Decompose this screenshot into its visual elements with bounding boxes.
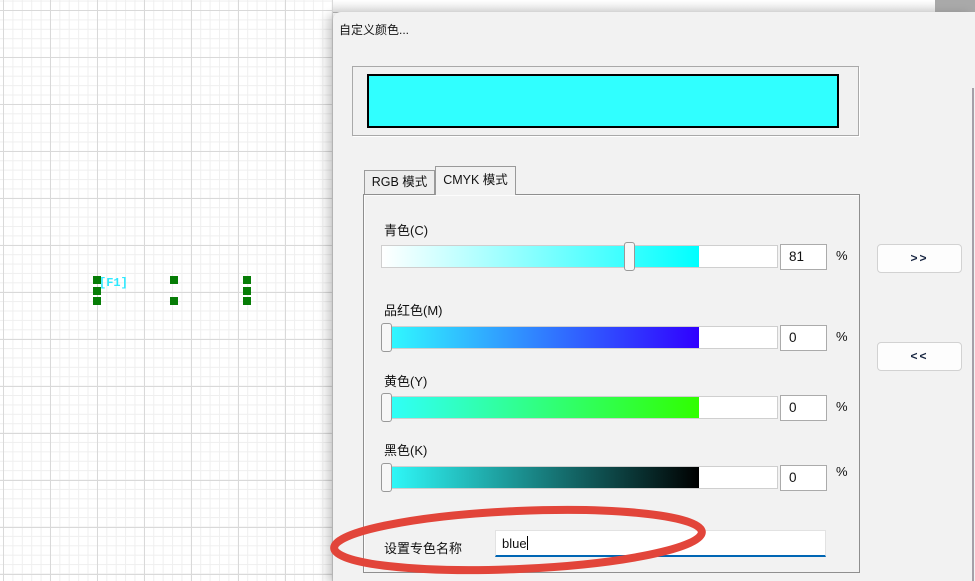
yellow-gradient [382, 397, 699, 418]
magenta-slider-thumb[interactable] [381, 323, 392, 352]
black-percent-label: % [836, 464, 848, 479]
spot-color-name-input[interactable]: blue [495, 530, 826, 557]
magenta-value-field[interactable]: 0 [780, 325, 827, 351]
cmyk-tab-panel: 青色(C) 81 % 品红色(M) 0 % 黄色(Y) [363, 194, 860, 573]
custom-color-dialog: 自定义颜色... RGB 模式 CMYK 模式 青色(C) 81 % 品红色(M… [333, 12, 975, 581]
black-label: 黑色(K) [384, 440, 427, 459]
window-right-edge [972, 88, 974, 581]
shift-left-button[interactable]: << [877, 342, 962, 371]
cyan-percent-label: % [836, 248, 848, 263]
magenta-slider-track[interactable] [381, 326, 778, 349]
cyan-slider-track[interactable] [381, 245, 778, 268]
dialog-title: 自定义颜色... [339, 21, 409, 38]
magenta-percent-label: % [836, 329, 848, 344]
color-preview-swatch [367, 74, 839, 128]
black-value-field[interactable]: 0 [780, 465, 827, 491]
tab-rgb-mode[interactable]: RGB 模式 [364, 170, 435, 194]
magenta-gradient [382, 327, 699, 348]
black-gradient [382, 467, 699, 488]
spot-color-name-value: blue [502, 536, 527, 551]
design-canvas[interactable]: [F1] [0, 0, 340, 581]
cyan-value-field[interactable]: 81 [780, 244, 827, 270]
color-preview-groupbox [352, 66, 859, 136]
selection-handle[interactable] [243, 276, 251, 284]
selection-handle[interactable] [170, 297, 178, 305]
selection-handle[interactable] [243, 287, 251, 295]
text-caret [527, 536, 528, 550]
yellow-percent-label: % [836, 399, 848, 414]
selection-handle[interactable] [243, 297, 251, 305]
yellow-label: 黄色(Y) [384, 371, 427, 390]
black-slider-thumb[interactable] [381, 463, 392, 492]
cyan-gradient [382, 246, 699, 267]
yellow-slider-thumb[interactable] [381, 393, 392, 422]
selection-handle[interactable] [170, 276, 178, 284]
shift-right-button[interactable]: >> [877, 244, 962, 273]
selection-handle[interactable] [93, 297, 101, 305]
yellow-slider-track[interactable] [381, 396, 778, 419]
cyan-slider-thumb[interactable] [624, 242, 635, 271]
tab-cmyk-mode[interactable]: CMYK 模式 [435, 166, 516, 195]
magenta-label: 品红色(M) [384, 300, 443, 319]
black-slider-track[interactable] [381, 466, 778, 489]
app-window: [F1] 自定义颜色... RGB 模式 CMYK 模式 青色(C) 81 % … [0, 0, 975, 581]
spot-color-name-label: 设置专色名称 [384, 538, 462, 557]
yellow-value-field[interactable]: 0 [780, 395, 827, 421]
cyan-label: 青色(C) [384, 220, 428, 239]
selected-field-object[interactable]: [F1] [99, 276, 128, 291]
